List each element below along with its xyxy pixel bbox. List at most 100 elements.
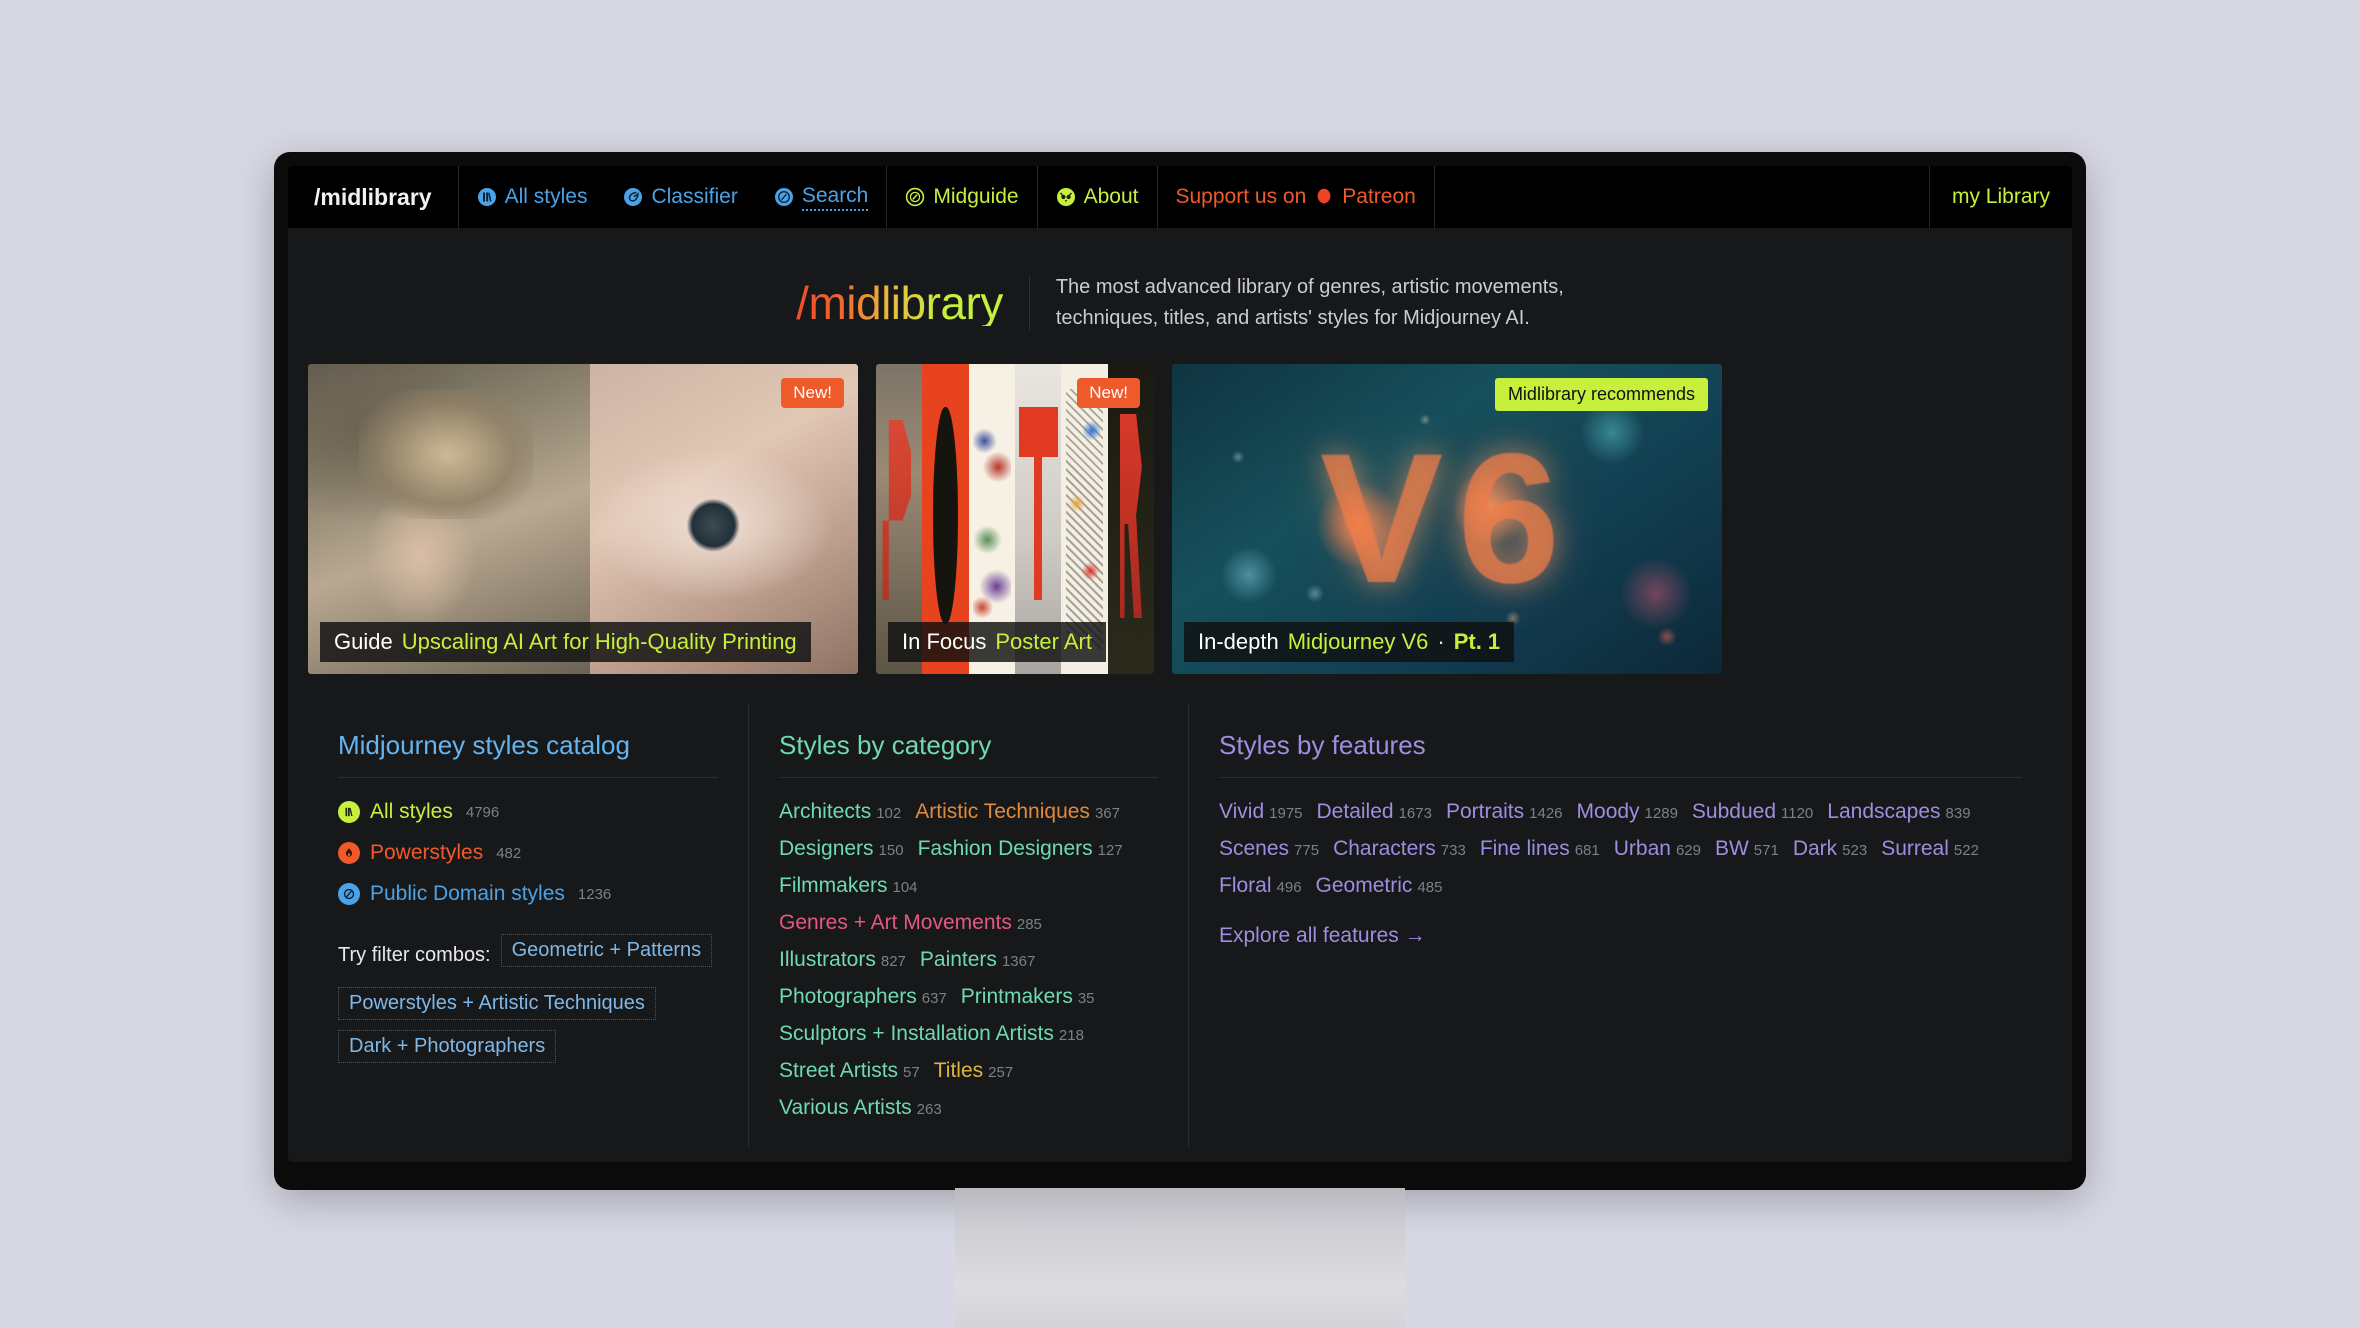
category-tag[interactable]: Fashion Designers 127 — [918, 837, 1123, 861]
combo-chip-powerstyles-artistic-techniques[interactable]: Powerstyles + Artistic Techniques — [338, 987, 656, 1020]
category-label: Painters — [919, 948, 997, 971]
feature-tag[interactable]: Urban 629 — [1614, 837, 1701, 861]
flame-badge-icon — [338, 842, 360, 864]
catalog-row-powerstyles[interactable]: Powerstyles 482 — [338, 841, 718, 865]
caption-part: Pt. 1 — [1453, 629, 1501, 654]
my-library-button[interactable]: my Library — [1930, 166, 2072, 228]
nav-spacer — [1435, 166, 1930, 228]
category-tag[interactable]: Artistic Techniques 367 — [915, 800, 1120, 824]
feature-count: 1120 — [1781, 805, 1814, 822]
tagline-line-1: The most advanced library of genres, art… — [1055, 276, 1564, 298]
featured-card-in-focus[interactable]: New! In Focus Poster Art — [876, 364, 1154, 674]
catalog-label-public-domain: Public Domain styles — [370, 882, 565, 905]
feature-tag[interactable]: Dark 523 — [1793, 837, 1867, 861]
nav-item-midguide[interactable]: Midguide — [887, 166, 1038, 228]
nav-item-classifier[interactable]: Classifier — [605, 166, 755, 228]
feature-tag-list: Vivid 1975 Detailed 1673 Portraits 1426 Moo… — [1219, 800, 2022, 898]
feature-tag[interactable]: Geometric 485 — [1316, 874, 1443, 898]
combo-chip-row-2: Powerstyles + Artistic Techniques — [338, 987, 718, 1030]
feature-count: 1289 — [1644, 805, 1678, 822]
nav-item-patreon[interactable]: Support us on Patreon — [1158, 166, 1435, 228]
category-tag[interactable]: Printmakers 35 — [961, 985, 1095, 1009]
feature-count: 496 — [1276, 879, 1302, 896]
feature-tag[interactable]: Landscapes 839 — [1827, 800, 1970, 824]
category-count: 218 — [1058, 1027, 1084, 1044]
feature-tag[interactable]: Moody 1289 — [1577, 800, 1678, 824]
feature-tag[interactable]: Characters 733 — [1333, 837, 1466, 861]
nav-item-search[interactable]: Search — [756, 166, 887, 228]
category-count: 637 — [921, 990, 947, 1007]
owl-icon — [1056, 187, 1076, 207]
category-tag[interactable]: Genres + Art Movements 285 — [779, 911, 1042, 935]
category-tag[interactable]: Architects 102 — [779, 800, 901, 824]
card-caption: In-depth Midjourney V6 · Pt. 1 — [1184, 622, 1515, 662]
filter-combos-line: Try filter combos: Geometric + Patterns — [338, 934, 718, 977]
category-count: 150 — [878, 842, 904, 859]
catalog-row-all-styles[interactable]: All styles 4796 — [338, 800, 718, 824]
featured-card-in-depth[interactable]: V6 Midlibrary recommends In-depth Midjou… — [1172, 364, 1722, 674]
compass-icon — [905, 187, 925, 207]
feature-tag[interactable]: Floral 496 — [1219, 874, 1302, 898]
category-tag[interactable]: Street Artists 57 — [779, 1059, 920, 1083]
hero-logo: /midlibrary — [796, 280, 1003, 326]
category-count: 104 — [892, 879, 918, 896]
category-label: Printmakers — [960, 985, 1073, 1008]
feature-tag[interactable]: Fine lines 681 — [1480, 837, 1600, 861]
category-tag[interactable]: Titles 257 — [934, 1059, 1013, 1083]
feature-tag[interactable]: Portraits 1426 — [1446, 800, 1563, 824]
feature-count: 571 — [1753, 842, 1779, 859]
panel-title-category: Styles by category — [779, 730, 992, 760]
feature-tag[interactable]: Vivid 1975 — [1219, 800, 1303, 824]
combo-chip-geometric-patterns[interactable]: Geometric + Patterns — [500, 934, 713, 967]
combo-chip-dark-photographers[interactable]: Dark + Photographers — [338, 1030, 557, 1063]
panel-title-features: Styles by features — [1219, 730, 1426, 760]
bottom-panels: Midjourney styles catalog All styles 479… — [288, 674, 2072, 1148]
nav-item-about[interactable]: About — [1038, 166, 1158, 228]
category-tag[interactable]: Filmmakers 104 — [779, 874, 918, 898]
feature-tag[interactable]: Scenes 775 — [1219, 837, 1319, 861]
category-tag[interactable]: Various Artists 263 — [779, 1096, 942, 1120]
brand-logo[interactable]: /midlibrary — [288, 166, 459, 228]
badge-new: New! — [1077, 378, 1140, 408]
feature-tag[interactable]: Subdued 1120 — [1692, 800, 1813, 824]
caption-main: Poster Art — [995, 629, 1092, 654]
featured-card-guide[interactable]: New! Guide Upscaling AI Art for High-Qua… — [308, 364, 858, 674]
catalog-count-powerstyles: 482 — [496, 844, 522, 862]
feature-label: Fine lines — [1479, 837, 1570, 860]
explore-all-features-link[interactable]: Explore all features → — [1219, 924, 2022, 948]
category-label: Filmmakers — [779, 874, 888, 897]
top-navbar: /midlibrary All styles Classifier Search… — [288, 166, 2072, 228]
combo-chip-row-3: Dark + Photographers — [338, 1030, 718, 1073]
category-tag[interactable]: Designers 150 — [779, 837, 904, 861]
category-tag[interactable]: Painters 1367 — [920, 948, 1035, 972]
caption-main: Midjourney V6 — [1287, 629, 1429, 654]
category-tag[interactable]: Sculptors + Installation Artists 218 — [779, 1022, 1084, 1046]
category-label: Designers — [779, 837, 874, 860]
tagline-line-2: techniques, titles, and artists' styles … — [1055, 307, 1530, 329]
panel-styles-by-category: Styles by category Architects 102 Artisti… — [748, 704, 1188, 1148]
library-icon — [477, 187, 497, 207]
feature-count: 775 — [1294, 842, 1320, 859]
feature-tag[interactable]: Surreal 522 — [1881, 837, 1979, 861]
category-tag[interactable]: Illustrators 827 — [779, 948, 906, 972]
category-tag[interactable]: Photographers 637 — [779, 985, 947, 1009]
feature-tag[interactable]: BW 571 — [1715, 837, 1779, 861]
feature-label: Portraits — [1445, 800, 1525, 823]
category-label: Photographers — [779, 985, 917, 1008]
catalog-row-public-domain[interactable]: Public Domain styles 1236 — [338, 882, 718, 906]
feature-count: 485 — [1417, 879, 1443, 896]
category-label: Architects — [779, 800, 872, 823]
card-caption: In Focus Poster Art — [888, 622, 1106, 662]
public-domain-badge-icon — [338, 883, 360, 905]
feature-tag[interactable]: Detailed 1673 — [1317, 800, 1432, 824]
hero-section: /midlibrary The most advanced library of… — [288, 228, 2072, 364]
nav-item-all-styles[interactable]: All styles — [459, 166, 606, 228]
caption-separator: · — [1437, 629, 1445, 654]
feature-count: 733 — [1440, 842, 1466, 859]
featured-cards-row: New! Guide Upscaling AI Art for High-Qua… — [288, 364, 2072, 674]
feature-label: Landscapes — [1827, 800, 1941, 823]
feature-label: Subdued — [1691, 800, 1777, 823]
category-label: Various Artists — [779, 1096, 912, 1119]
filter-combos: Try filter combos: Geometric + Patterns … — [338, 934, 718, 1073]
feature-label: Surreal — [1881, 837, 1949, 860]
